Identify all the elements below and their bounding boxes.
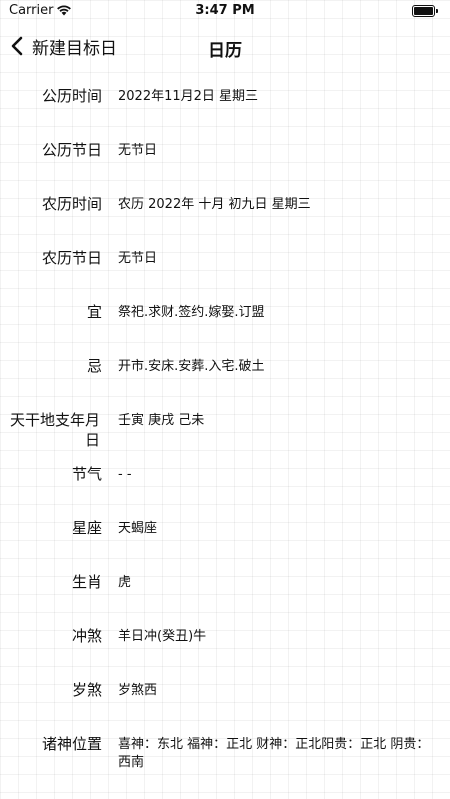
row-label: 忌: [86, 357, 102, 375]
row-label: 诸神位置: [41, 735, 102, 753]
row-label: 公历时间: [41, 87, 102, 105]
row-value: 虎: [118, 575, 132, 590]
navigation-bar: 新建目标日 日历: [0, 28, 450, 64]
status-time: 3:47 PM: [195, 3, 255, 18]
row-label: 节气: [71, 465, 102, 483]
row-value: 壬寅 庚戌 己未: [118, 413, 205, 428]
row-label: 公历节日: [41, 141, 102, 159]
status-bar: Carrier 3:47 PM: [0, 0, 450, 24]
battery-icon: [412, 5, 438, 17]
row-value: 无节日: [118, 251, 158, 266]
row-label: 农历节日: [41, 249, 102, 267]
row-label: 岁煞: [71, 681, 102, 699]
row-value: 羊日冲(癸丑)牛: [118, 629, 207, 644]
row-value: - -: [118, 467, 132, 482]
row-value: 岁煞西: [118, 683, 158, 698]
row-label: 天干地支年月日: [9, 411, 100, 449]
row-value: 无节日: [118, 143, 158, 158]
page-title: 日历: [208, 41, 242, 61]
row-value: 农历 2022年 十月 初九日 星期三: [118, 197, 311, 212]
row-value: 2022年11月2日 星期三: [118, 89, 259, 104]
row-label: 星座: [71, 519, 102, 537]
row-value: 喜神：东北 福神：正北 财神：正北阳贵：正北 阴贵：西南: [118, 737, 430, 770]
row-value: 天蝎座: [118, 521, 158, 536]
row-label: 冲煞: [71, 627, 102, 645]
row-label: 宜: [86, 303, 102, 321]
row-value: 开市.安床.安葬.入宅.破土: [118, 359, 265, 374]
row-value: 祭祀.求财.签约.嫁娶.订盟: [118, 305, 265, 320]
row-label: 生肖: [71, 573, 102, 591]
row-label: 农历时间: [41, 195, 102, 213]
